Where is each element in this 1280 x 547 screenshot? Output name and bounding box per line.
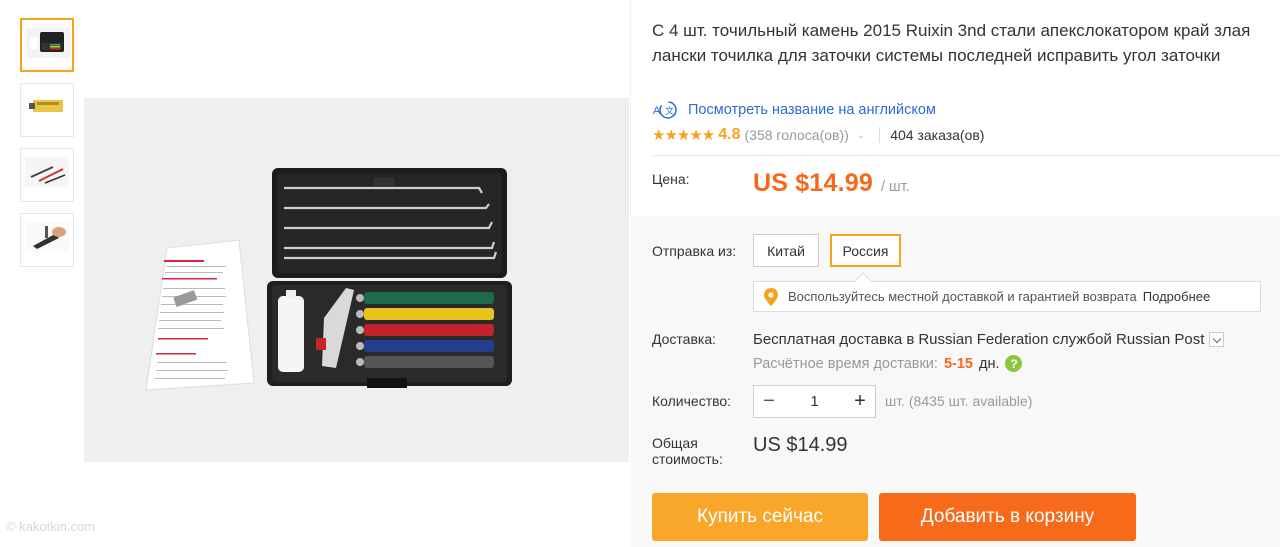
delivery-carrier: службой Russian Post: [1052, 331, 1205, 348]
thumbnail-4[interactable]: [20, 213, 74, 267]
quantity-decrease-button[interactable]: −: [754, 386, 784, 417]
quantity-input[interactable]: [784, 393, 845, 410]
knife-sharpener-kit-image: [84, 98, 629, 462]
price-value: US $14.99: [753, 169, 873, 197]
delivery-free-text: Бесплатная доставка в: [753, 331, 915, 348]
buy-now-button[interactable]: Купить сейчас: [652, 493, 868, 541]
orders-count: 404 заказа(ов): [890, 127, 985, 143]
tooltip-text: Воспользуйтесь местной доставкой и гаран…: [788, 289, 1137, 304]
delivery-time-label: Расчётное время доставки:: [753, 355, 938, 372]
quantity-available: шт. (8435 шт. available): [885, 393, 1033, 409]
tooltip-more-link[interactable]: Подробнее: [1143, 289, 1210, 304]
rating-value: 4.8: [718, 126, 741, 143]
total-price-value: US $14.99: [753, 434, 848, 456]
product-page: © kakotkin.com С 4 шт. точильный камень …: [0, 0, 1280, 547]
delivery-options-dropdown[interactable]: [1209, 332, 1225, 347]
votes-count[interactable]: (358 голоса(ов)): [745, 127, 849, 143]
delivery-time-days: 5-15: [943, 355, 973, 372]
horizontal-divider: [652, 155, 1280, 156]
translate-link-text: Посмотреть название на английском: [688, 102, 936, 118]
sharpener-kit-thumbnail-image: [26, 28, 70, 58]
thumbnail-1[interactable]: [20, 18, 74, 72]
thumbnail-3[interactable]: [20, 148, 74, 202]
delivery-label: Доставка:: [652, 331, 717, 347]
quantity-increase-button[interactable]: +: [845, 386, 875, 417]
svg-text:A: A: [653, 105, 661, 117]
sharpener-stones-thumbnail-image: [25, 92, 69, 122]
delivery-info: Бесплатная доставка в Russian Federation…: [753, 331, 1225, 348]
location-pin-icon: [764, 287, 778, 306]
delivery-time-unit: дн.: [978, 355, 1000, 372]
product-title: С 4 шт. точильный камень 2015 Ruixin 3nd…: [652, 21, 1251, 65]
price-unit: / шт.: [880, 179, 910, 195]
delivery-time: Расчётное время доставки: 5-15 дн. ?: [753, 355, 1023, 372]
main-product-image[interactable]: [84, 98, 629, 462]
svg-text:文: 文: [665, 105, 674, 116]
ship-from-option-russia[interactable]: Россия: [830, 234, 901, 267]
ship-from-label: Отправка из:: [652, 243, 737, 259]
quantity-stepper: − +: [753, 385, 876, 418]
chevron-down-icon[interactable]: ⌄: [857, 130, 865, 141]
sharpener-in-use-thumbnail-image: [25, 222, 69, 252]
ship-from-option-china[interactable]: Китай: [753, 234, 819, 267]
rating-row: ★★★★★ 4.8 (358 голоса(ов)) ⌄ 404 заказа(…: [652, 126, 984, 144]
translate-title-link[interactable]: A 文 Посмотреть название на английском: [652, 100, 936, 120]
watermark: © kakotkin.com: [6, 519, 96, 534]
local-delivery-tooltip: Воспользуйтесь местной доставкой и гаран…: [753, 272, 1261, 312]
help-icon[interactable]: ?: [1005, 355, 1023, 372]
rating-separator: [879, 127, 881, 143]
thumbnail-list: [20, 18, 74, 278]
total-price-label: Общая стоимость:: [652, 435, 723, 467]
quantity-label: Количество:: [652, 393, 732, 409]
delivery-destination[interactable]: Russian Federation: [918, 331, 1048, 348]
thumbnail-2[interactable]: [20, 83, 74, 137]
translate-icon: A 文: [652, 100, 680, 120]
price-row: US $14.99 / шт.: [753, 169, 910, 198]
add-to-cart-button[interactable]: Добавить в корзину: [879, 493, 1136, 541]
sharpener-parts-thumbnail-image: [25, 157, 69, 187]
star-rating-icon: ★★★★★: [652, 127, 715, 144]
price-label: Цена:: [652, 171, 690, 187]
